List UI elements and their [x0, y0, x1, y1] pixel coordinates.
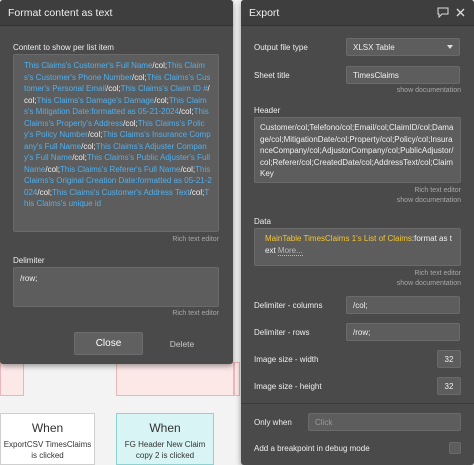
column-separator: /col;: [189, 187, 205, 197]
event-text: ExportCSV TimesClaims is clicked: [3, 440, 92, 460]
image-height-value: 32: [444, 381, 454, 391]
delimiter-rows-input[interactable]: /row;: [346, 323, 460, 341]
close-icon[interactable]: [455, 7, 466, 18]
sheet-title-row: Sheet title TimesClaims: [254, 66, 461, 84]
format-text-panel: Format content as text Content to show p…: [0, 0, 233, 364]
header-editor-hint: Rich text editor: [414, 187, 461, 194]
column-separator: /col;: [106, 84, 121, 93]
header-label: Header: [254, 106, 281, 115]
column-separator: /col;: [178, 107, 194, 116]
output-type-label: Output file type: [254, 42, 308, 52]
data-editor-hint: Rich text editor: [414, 270, 461, 277]
panel-header: Export: [241, 0, 474, 26]
workflow-card: [234, 362, 240, 396]
only-when-label: Only when: [254, 417, 292, 427]
event-title: When: [31, 421, 64, 435]
delimiter-columns-row: Delimiter - columns /col;: [254, 296, 461, 314]
data-label: Data: [254, 217, 271, 226]
output-type-dropdown[interactable]: XLSX Table: [346, 38, 460, 56]
dynamic-expression[interactable]: This Claims's Damage's Damage: [36, 96, 154, 105]
export-panel: Export Output file type XLSX Table Sheet…: [241, 0, 474, 465]
image-height-row: Image size - height 32: [254, 377, 461, 395]
column-separator: /col;: [154, 95, 169, 105]
dynamic-expression[interactable]: This Claims's Customer's Address Text: [52, 188, 190, 197]
column-separator: /col;: [81, 141, 96, 151]
column-separator: /col;: [87, 130, 103, 139]
delimiter-editor-hint: Rich text editor: [172, 310, 219, 317]
header-value: Customer/col;Telefono/col;Email/col;Clai…: [260, 123, 454, 178]
delimiter-value: /row;: [20, 274, 38, 283]
show-documentation-link[interactable]: show documentation: [254, 280, 461, 287]
column-separator: /col;: [152, 61, 168, 70]
image-width-value: 32: [444, 354, 454, 364]
only-when-placeholder: Click: [315, 417, 333, 427]
output-type-value: XLSX Table: [353, 42, 395, 52]
sheet-title-value: TimesClaims: [353, 70, 399, 80]
column-separator: /col;: [123, 118, 138, 128]
chevron-down-icon: [447, 45, 453, 49]
workflow-event-card[interactable]: When FG Header New Claim copy 2 is click…: [116, 413, 214, 465]
delimiter-columns-input[interactable]: /col;: [346, 296, 460, 314]
image-width-row: Image size - width 32: [254, 350, 461, 368]
delimiter-columns-value: /col;: [353, 300, 368, 310]
delimiter-columns-label: Delimiter - columns: [254, 300, 323, 310]
content-editor-hint: Rich text editor: [172, 236, 219, 243]
sheet-title-input[interactable]: TimesClaims: [346, 66, 460, 84]
delimiter-rich-text-editor[interactable]: /row;: [13, 267, 219, 307]
data-rich-text-editor[interactable]: MainTable TimesClaims 1's List of Claims…: [254, 228, 461, 266]
column-separator: /col;: [180, 164, 196, 174]
header-rich-text-editor[interactable]: Customer/col;Telefono/col;Email/col;Clai…: [254, 117, 461, 183]
panel-title: Export: [249, 6, 280, 19]
content-label: Content to show per list item: [13, 43, 114, 52]
delimiter-rows-row: Delimiter - rows /row;: [254, 323, 461, 341]
divider: [241, 403, 474, 404]
breakpoint-checkbox[interactable]: [449, 442, 461, 454]
image-height-input[interactable]: 32: [437, 377, 461, 395]
more-link[interactable]: More...: [277, 245, 303, 256]
image-height-label: Image size - height: [254, 381, 322, 391]
delimiter-label: Delimiter: [13, 256, 45, 265]
dynamic-expression[interactable]: This Claims's Referer's Full Name: [60, 165, 180, 174]
output-type-row: Output file type XLSX Table: [254, 38, 461, 56]
delimiter-rows-value: /row;: [353, 327, 371, 337]
breakpoint-row: Add a breakpoint in debug mode: [254, 442, 461, 454]
column-separator: /col;: [37, 187, 53, 197]
event-title: When: [149, 421, 181, 435]
image-width-label: Image size - width: [254, 354, 319, 364]
column-separator: /col;: [72, 153, 87, 162]
sheet-title-label: Sheet title: [254, 70, 290, 80]
event-text: FG Header New Claim copy 2 is clicked: [124, 440, 206, 460]
delimiter-rows-label: Delimiter - rows: [254, 327, 310, 337]
only-when-row: Only when Click: [254, 413, 461, 431]
image-width-input[interactable]: 32: [437, 350, 461, 368]
dynamic-expression[interactable]: This Claims's Claim ID #: [121, 84, 208, 93]
column-separator: /col;: [131, 72, 147, 82]
show-documentation-link[interactable]: show documentation: [254, 197, 461, 204]
data-dynamic-expression[interactable]: MainTable TimesClaims 1's List of Claims: [265, 234, 412, 243]
show-documentation-link[interactable]: show documentation: [254, 87, 461, 94]
panel-title: Format content as text: [8, 6, 113, 19]
column-separator: /col;: [45, 164, 61, 174]
panel-header: Format content as text: [0, 0, 233, 26]
workflow-card: [116, 362, 234, 396]
only-when-input[interactable]: Click: [308, 413, 461, 431]
workflow-event-card[interactable]: When ExportCSV TimesClaims is clicked: [0, 413, 95, 465]
content-rich-text-editor[interactable]: This Claims's Customer's Full Name/col;T…: [13, 54, 219, 232]
workflow-card: [0, 362, 24, 396]
delete-button[interactable]: Delete: [160, 332, 204, 355]
close-button[interactable]: Close: [74, 332, 143, 355]
dynamic-expression[interactable]: This Claims's Customer's Full Name: [24, 61, 152, 70]
comment-icon[interactable]: [437, 7, 449, 18]
breakpoint-label: Add a breakpoint in debug mode: [254, 443, 370, 453]
